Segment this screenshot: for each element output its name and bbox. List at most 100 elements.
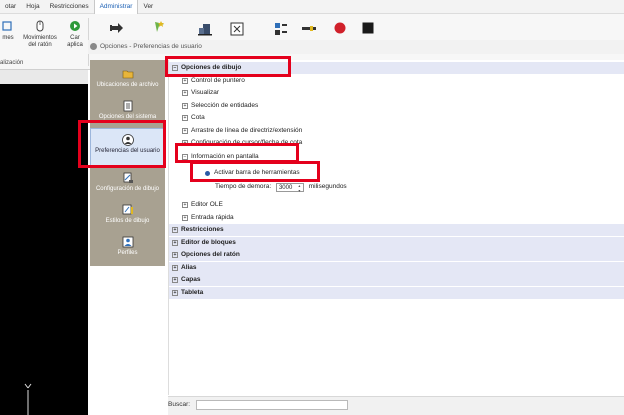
- tree-row-label: Control de puntero: [191, 76, 245, 84]
- frames-icon: [2, 21, 12, 31]
- tree-row-cursor-arrow-config[interactable]: + Configuración de cursor/flecha de cota: [169, 137, 624, 149]
- mouse-icon: [36, 20, 44, 32]
- tree-row-activate-toolbar[interactable]: Activar barra de herramientas: [169, 167, 624, 179]
- collapse-icon[interactable]: −: [182, 154, 188, 160]
- delay-spinner[interactable]: 3000: [275, 182, 304, 193]
- tree-row-label: Entrada rápida: [191, 213, 234, 221]
- tree-row-label: Selección de entidades: [191, 101, 259, 109]
- menu-item-otar[interactable]: otar: [0, 0, 21, 14]
- excel-icon[interactable]: [230, 22, 244, 36]
- category-label: Perfiles: [117, 250, 138, 256]
- menu-item-restricciones[interactable]: Restricciones: [45, 0, 94, 14]
- tree-row-label: Editor de bloques: [181, 238, 236, 246]
- tree-row-alias[interactable]: + Alias: [169, 261, 624, 274]
- tree-row-leader-drag[interactable]: + Arrastre de línea de directriz/extensió…: [169, 125, 624, 137]
- tree-row-dimension[interactable]: + Cota: [169, 112, 624, 124]
- menu-item-administrar[interactable]: Administrar: [93, 0, 139, 14]
- gear-icon: [90, 43, 97, 50]
- tree-row-ole-editor[interactable]: + Editor OLE: [169, 199, 624, 211]
- collapse-icon[interactable]: −: [172, 65, 178, 71]
- frames-button[interactable]: mes: [0, 20, 16, 42]
- expand-icon[interactable]: +: [182, 102, 188, 109]
- expand-icon[interactable]: +: [182, 214, 188, 221]
- category-panel: Ubicaciones de archivo Opciones del sist…: [90, 60, 165, 266]
- tree-row-label: Alias: [181, 263, 197, 271]
- category-drawing-styles[interactable]: Estilos de dibujo: [90, 204, 165, 234]
- menu-item-hoja[interactable]: Hoja: [21, 0, 44, 14]
- tree-row-constraints[interactable]: + Restricciones: [169, 224, 624, 236]
- expand-icon[interactable]: +: [182, 115, 188, 121]
- sparkle-icon[interactable]: [152, 20, 166, 34]
- tree-row-label: Opciones del ratón: [181, 251, 240, 258]
- tree-row-label: Visualizar: [191, 89, 220, 96]
- expand-icon[interactable]: +: [182, 127, 188, 134]
- expand-icon[interactable]: +: [182, 77, 188, 84]
- play-icon: [70, 21, 80, 31]
- menu-item-ver[interactable]: Ver: [138, 0, 158, 14]
- mouse-movements-button[interactable]: Movimientos del ratón: [20, 20, 60, 49]
- category-label: Configuración de dibujo: [95, 186, 160, 192]
- expand-icon[interactable]: +: [172, 239, 178, 246]
- arrow-right-icon[interactable]: [110, 22, 124, 34]
- category-drawing-config[interactable]: Configuración de dibujo: [90, 172, 165, 202]
- load-app-button[interactable]: Car aplica: [66, 20, 84, 49]
- category-user-preferences[interactable]: Preferencias del usuario: [90, 128, 165, 166]
- tree-row-pointer-control[interactable]: + Control de puntero: [169, 75, 624, 87]
- line-icon[interactable]: [302, 26, 316, 32]
- tree-row-label: Activar barra de herramientas: [214, 169, 300, 176]
- tree-row-tablet[interactable]: + Tableta: [169, 286, 624, 299]
- delay-unit: milisegundos: [308, 183, 347, 190]
- expand-icon[interactable]: +: [172, 289, 178, 296]
- tree-row-mouse-options[interactable]: + Opciones del ratón: [169, 249, 624, 261]
- mouse-movements-label: Movimientos del ratón: [23, 35, 57, 48]
- tree-row-label: Tableta: [181, 288, 204, 296]
- search-label: Buscar:: [168, 401, 191, 408]
- dialog-title: Opciones - Preferencias de usuario: [100, 43, 202, 50]
- tree-row-display[interactable]: + Visualizar: [169, 87, 624, 99]
- properties-icon[interactable]: [274, 22, 288, 36]
- frames-button-label: mes: [2, 35, 14, 41]
- load-app-label: Car aplica: [67, 35, 83, 48]
- tree-row-label: Cota: [191, 114, 205, 121]
- profiles-icon: [122, 236, 133, 248]
- category-label: Preferencias del usuario: [95, 148, 160, 154]
- record-icon[interactable]: [334, 22, 346, 34]
- drawing-styles-icon: [122, 204, 133, 215]
- tree-row-layers[interactable]: + Capas: [169, 274, 624, 286]
- canvas-tab-strip: [0, 70, 88, 84]
- category-file-locations[interactable]: Ubicaciones de archivo: [90, 68, 165, 102]
- tree-row-block-editor[interactable]: + Editor de bloques: [169, 236, 624, 249]
- tree-row-label: Configuración de cursor/flecha de cota: [191, 139, 303, 146]
- category-label: Ubicaciones de archivo: [96, 82, 159, 88]
- dialog-title-bar: Opciones - Preferencias de usuario: [88, 40, 624, 54]
- tree-row-entity-selection[interactable]: + Selección de entidades: [169, 100, 624, 112]
- tree-row-screen-info[interactable]: − Información en pantalla: [169, 151, 624, 163]
- expand-icon[interactable]: +: [172, 227, 178, 233]
- expand-icon[interactable]: +: [172, 277, 178, 283]
- delay-label: Tiempo de demora:: [215, 183, 272, 190]
- folder-icon: [122, 70, 133, 79]
- category-system-options[interactable]: Opciones del sistema: [90, 100, 165, 128]
- category-label: Estilos de dibujo: [105, 218, 150, 224]
- drawing-canvas[interactable]: [0, 84, 88, 415]
- building-icon[interactable]: [198, 22, 212, 36]
- expand-icon[interactable]: +: [182, 202, 188, 208]
- tree-row-label: Opciones de dibujo: [181, 64, 242, 71]
- search-bar: Buscar:: [168, 396, 624, 415]
- expand-icon[interactable]: +: [172, 264, 178, 271]
- search-input[interactable]: [196, 400, 348, 410]
- tree-row-label: Restricciones: [181, 226, 224, 233]
- options-tree: − Opciones de dibujo + Control de puntero …: [168, 60, 624, 395]
- radio-selected-icon[interactable]: [205, 170, 210, 176]
- category-profiles[interactable]: Perfiles: [90, 236, 165, 264]
- stop-icon[interactable]: [362, 22, 374, 34]
- expand-icon[interactable]: +: [182, 140, 188, 146]
- expand-icon[interactable]: +: [172, 252, 178, 258]
- drawing-config-icon: [123, 172, 133, 183]
- tree-row-label: Capas: [181, 276, 201, 283]
- expand-icon[interactable]: +: [182, 90, 188, 96]
- category-label: Opciones del sistema: [98, 114, 157, 120]
- tree-row-drawing-options[interactable]: − Opciones de dibujo: [169, 62, 624, 74]
- tree-row-label: Editor OLE: [191, 201, 223, 208]
- tree-row-quick-input[interactable]: + Entrada rápida: [169, 212, 624, 224]
